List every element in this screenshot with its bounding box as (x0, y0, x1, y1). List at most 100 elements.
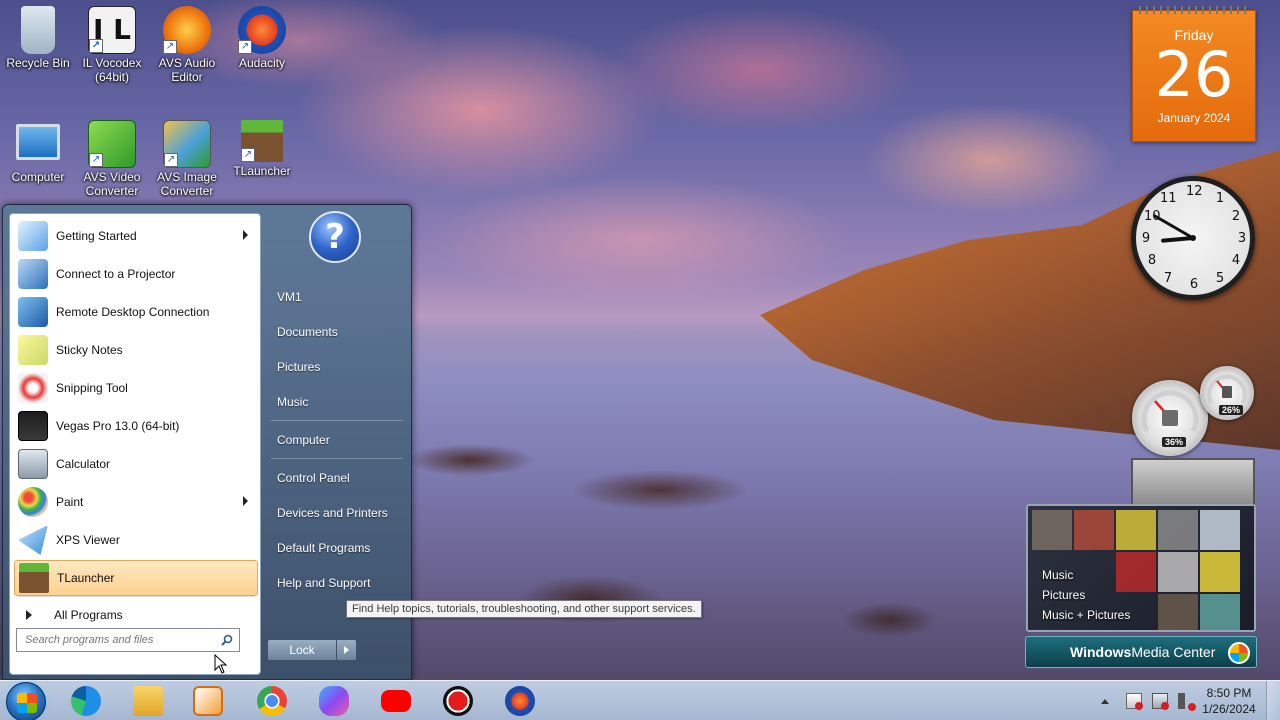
start-button[interactable] (6, 682, 46, 720)
projector-icon (18, 259, 48, 289)
clock-minute-hand (1153, 214, 1195, 240)
all-programs-button[interactable]: All Programs (22, 604, 252, 626)
submenu-arrow-icon (243, 496, 248, 506)
desktop-icon-avs-video-converter[interactable]: ↗ AVS Video Converter (74, 120, 150, 198)
media-center-tile[interactable]: Music Pictures Music + Pictures (1026, 504, 1256, 632)
volume-muted-icon[interactable] (1178, 693, 1196, 711)
start-right-default-programs[interactable]: Default Programs (269, 536, 405, 560)
tlauncher-icon: ↗ (241, 120, 283, 162)
taskbar-file-explorer[interactable] (122, 683, 174, 719)
clock-gadget[interactable]: 12 1 2 3 4 5 6 7 8 9 10 11 (1131, 176, 1255, 300)
lock-button[interactable]: Lock (267, 639, 337, 661)
start-right-vm1[interactable]: VM1 (269, 285, 405, 309)
arrow-right-icon (344, 646, 349, 654)
media-thumbnail (1074, 510, 1114, 550)
slideshow-gadget[interactable] (1131, 458, 1255, 506)
taskbar-youtube[interactable] (370, 683, 422, 719)
desktop-icon-recycle-bin[interactable]: Recycle Bin (0, 6, 76, 70)
media-item-pictures[interactable]: Pictures (1042, 588, 1085, 602)
start-right-devices-printers[interactable]: Devices and Printers (269, 501, 405, 525)
media-player-icon (193, 686, 223, 716)
start-item-connect-projector[interactable]: Connect to a Projector (14, 256, 258, 292)
desktop-icon-tlauncher[interactable]: ↗ TLauncher (224, 120, 300, 178)
youtube-icon (381, 690, 411, 712)
show-hidden-icons-chevron-icon[interactable] (1101, 698, 1109, 704)
windows-media-center-bar[interactable]: Windows Media Center (1025, 636, 1257, 668)
start-item-remote-desktop[interactable]: Remote Desktop Connection (14, 294, 258, 330)
media-thumbnail (1116, 552, 1156, 592)
recycle-bin-icon (21, 6, 55, 54)
taskbar-time: 8:50 PM (1206, 686, 1252, 700)
media-thumbnail (1158, 552, 1198, 592)
start-right-help-support[interactable]: Help and Support (269, 571, 405, 595)
taskbar-recorder[interactable] (432, 683, 484, 719)
show-desktop-button[interactable] (1266, 681, 1280, 720)
desktop-icon-audacity[interactable]: ↗ Audacity (224, 6, 300, 70)
clock-hands (1153, 214, 1196, 243)
computer-icon (16, 124, 60, 160)
shortcut-arrow-icon: ↗ (89, 153, 103, 167)
taskbar-clock[interactable]: 8:50 PM 1/26/2024 (1196, 685, 1262, 717)
action-center-flag-icon[interactable] (1126, 693, 1143, 710)
start-item-calculator[interactable]: Calculator (14, 446, 258, 482)
taskbar-chrome[interactable] (246, 683, 298, 719)
media-thumbnail (1200, 594, 1240, 630)
media-thumbnail (1116, 510, 1156, 550)
media-thumbnail (1200, 510, 1240, 550)
start-item-label: Getting Started (56, 229, 137, 243)
start-item-vegas-pro[interactable]: Vegas Pro 13.0 (64-bit) (14, 408, 258, 444)
desktop-icon-avs-audio-editor[interactable]: ↗ AVS Audio Editor (149, 6, 225, 84)
calendar-date: 26 (1154, 38, 1234, 111)
start-right-computer[interactable]: Computer (269, 428, 405, 452)
start-item-getting-started[interactable]: Getting Started (14, 218, 258, 254)
desktop-icon-avs-image-converter[interactable]: ↗ AVS Image Converter (149, 120, 225, 198)
avs-image-converter-icon: ↗ (163, 120, 211, 168)
media-item-music-pictures[interactable]: Music + Pictures (1042, 608, 1130, 622)
avs-video-converter-icon: ↗ (88, 120, 136, 168)
right-item-label: Music (277, 395, 309, 409)
taskbar-audacity[interactable] (494, 683, 546, 719)
taskbar-media-player[interactable] (182, 683, 234, 719)
desktop-icon-label: AVS Video Converter (83, 170, 141, 198)
cpu-meter-dial: 36% (1132, 380, 1208, 456)
taskbar-date: 1/26/2024 (1202, 702, 1256, 716)
start-right-control-panel[interactable]: Control Panel (269, 466, 405, 490)
lock-button-label: Lock (289, 643, 315, 657)
shutdown-options-button[interactable] (337, 639, 357, 661)
calendar-month: January 2024 (1157, 111, 1231, 125)
start-item-sticky-notes[interactable]: Sticky Notes (14, 332, 258, 368)
calendar-gadget[interactable]: Friday 26 January 2024 (1132, 6, 1256, 142)
right-item-label: Help and Support (277, 576, 371, 590)
start-item-label: Snipping Tool (56, 381, 128, 395)
start-right-pictures[interactable]: Pictures (269, 355, 405, 379)
media-thumbnail (1032, 510, 1072, 550)
il-vocodex-icon: I L ↗ (88, 6, 136, 54)
start-item-label: Calculator (56, 457, 111, 471)
media-item-music[interactable]: Music (1042, 568, 1073, 582)
windows-logo-icon (17, 693, 37, 713)
start-right-music[interactable]: Music (269, 390, 405, 414)
search-icon (221, 634, 233, 646)
taskbar-copilot[interactable] (308, 683, 360, 719)
cpu-meter-gadget[interactable]: 36% 26% (1130, 366, 1256, 456)
taskbar-edge[interactable] (60, 683, 112, 719)
help-tooltip: Find Help topics, tutorials, troubleshoo… (346, 600, 702, 618)
search-input[interactable] (25, 634, 205, 646)
desktop-icon-label: IL Vocodex (64bit) (82, 56, 142, 84)
network-icon[interactable] (1152, 693, 1169, 710)
start-item-xps-viewer[interactable]: XPS Viewer (14, 522, 258, 558)
start-search-box[interactable] (16, 628, 240, 652)
shortcut-arrow-icon: ↗ (164, 153, 178, 167)
start-right-documents[interactable]: Documents (269, 320, 405, 344)
wmc-title-rest: Media Center (1131, 644, 1216, 660)
desktop-icon-label: Audacity (238, 56, 286, 70)
start-item-snipping-tool[interactable]: Snipping Tool (14, 370, 258, 406)
right-item-label: Default Programs (277, 541, 371, 555)
shortcut-arrow-icon: ↗ (163, 40, 177, 54)
start-item-tlauncher[interactable]: TLauncher (14, 560, 258, 596)
desktop-icon-il-vocodex[interactable]: I L ↗ IL Vocodex (64bit) (74, 6, 150, 84)
sticky-notes-icon (18, 335, 48, 365)
desktop-icon-computer[interactable]: Computer (0, 120, 76, 184)
start-item-paint[interactable]: Paint (14, 484, 258, 520)
edge-icon (71, 686, 101, 716)
